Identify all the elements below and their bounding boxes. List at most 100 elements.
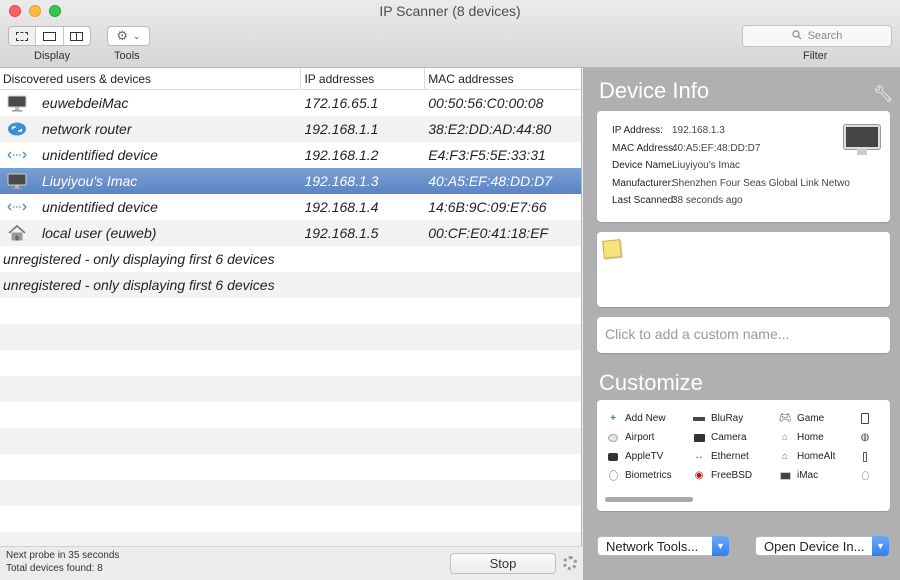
unregistered-notice-row: unregistered - only displaying first 6 d… [0, 246, 581, 272]
table-row[interactable]: unidentified device 192.168.1.2 E4:F3:F5:5… [0, 142, 581, 168]
inspector-panel: Device Info 🔧︎ IP Address: 192.168.1.3 MAC… [583, 68, 900, 580]
imac-icon [6, 172, 28, 190]
chevron-down-icon: ▼ [872, 536, 889, 556]
table-row[interactable]: unidentified device 192.168.1.4 14:6B:9C:0… [0, 194, 581, 220]
unregistered-notice-row: unregistered - only displaying first 6 d… [0, 272, 581, 298]
customize-option-gamepad[interactable]: 🎮︎ Game [779, 412, 859, 425]
open-device-popup[interactable]: Open Device In... ▼ [755, 536, 889, 556]
display-mode-single-button[interactable] [36, 27, 64, 45]
display-mode-selection-button[interactable] [9, 27, 37, 45]
empty-row [0, 324, 581, 350]
empty-row [0, 298, 581, 324]
mac-address-cell: 40:A5:EF:48:DD:D7 [428, 173, 552, 189]
customize-option-plus[interactable]: + Add New [607, 412, 693, 425]
mac-address-cell: 38:E2:DD:AD:44:80 [428, 121, 552, 137]
chevron-down-icon: ▼ [712, 536, 729, 556]
customize-option-home-alt[interactable]: ⌂ HomeAlt [779, 450, 859, 463]
ip-address-cell: 192.168.1.4 [304, 199, 379, 215]
mac-address-cell: 00:50:56:C0:00:08 [428, 95, 544, 111]
fingerprint-icon [607, 470, 619, 482]
airport-icon [607, 432, 619, 444]
customize-option-camera[interactable]: Camera [693, 431, 779, 444]
search-field[interactable]: Search [742, 25, 892, 47]
info-field-value: 40:A5:EF:48:DD:D7 [672, 142, 761, 154]
table-row[interactable]: Liuyiyou's Imac 192.168.1.3 40:A5:EF:48:DD… [0, 168, 581, 194]
customize-option-fingerprint[interactable]: Biometrics [607, 469, 693, 482]
info-field-row: Last Scanned: 38 seconds ago [597, 192, 890, 210]
custom-name-field[interactable]: Click to add a custom name... [597, 317, 890, 353]
info-field-row: Manufacturer: Shenzhen Four Seas Global L… [597, 175, 890, 193]
device-name: local user (euweb) [42, 225, 157, 241]
notes-card[interactable] [597, 232, 890, 307]
icon-picker-grid: + Add New BluRay 🎮︎ Game Airport Camera ⌂ Home ◍ A… [607, 412, 879, 482]
horizontal-scrollbar[interactable] [605, 497, 693, 502]
network-tools-popup[interactable]: Network Tools... ▼ [597, 536, 729, 556]
customize-option-lightbulb[interactable] [859, 469, 879, 482]
customize-option-ethernet[interactable]: ↔ Ethernet [693, 450, 779, 463]
tools-label: Tools [114, 50, 140, 62]
customize-option-label: iMac [797, 470, 819, 481]
unregistered-notice: unregistered - only displaying first 6 d… [3, 251, 275, 267]
column-header-ip[interactable]: IP addresses [300, 68, 424, 89]
stop-button[interactable]: Stop [450, 553, 556, 574]
device-name-cell: unidentified device [0, 146, 300, 164]
tools-menu-button[interactable]: ⚙ ⌄ [107, 26, 150, 46]
ethernet-icon [6, 198, 28, 216]
customize-option-airport[interactable]: Airport [607, 431, 693, 444]
imac-icon [844, 125, 880, 157]
empty-row [0, 428, 581, 454]
freebsd-icon: ◉ [694, 470, 704, 481]
customize-option-appletv[interactable]: AppleTV [607, 450, 693, 463]
total-devices-text: Total devices found: 8 [6, 563, 103, 574]
wrench-icon[interactable]: 🔧︎ [873, 84, 893, 104]
column-header-devices[interactable]: Discovered users & devices [0, 68, 300, 89]
customize-option-imac[interactable]: iMac [779, 469, 859, 482]
window-title: IP Scanner (8 devices) [379, 3, 521, 19]
device-name-cell: euwebdeiMac [0, 94, 300, 112]
table-header: Discovered users & devices IP addresses … [0, 68, 581, 90]
ipad-icon [859, 413, 871, 425]
customize-option-label: AppleTV [625, 451, 664, 462]
customize-card: + Add New BluRay 🎮︎ Game Airport Camera ⌂ Home ◍ A… [597, 400, 890, 511]
display-mode-segmented-control[interactable] [8, 26, 91, 46]
device-name: network router [42, 121, 132, 137]
customize-option-ipad[interactable] [859, 412, 879, 425]
display-mode-split-button[interactable] [64, 27, 90, 45]
home-icon: ⌂ [781, 432, 789, 443]
empty-row [0, 402, 581, 428]
customize-option-freebsd[interactable]: ◉ FreeBSD [693, 469, 779, 482]
table-row[interactable]: euwebdeiMac 172.16.65.1 00:50:56:C0:00:08 [0, 90, 581, 116]
dashed-rect-icon [16, 31, 29, 41]
unregistered-notice: unregistered - only displaying first 6 d… [3, 277, 275, 293]
info-field-value: 192.168.1.3 [672, 125, 725, 137]
device-table: Discovered users & devices IP addresses … [0, 68, 582, 580]
customize-option-home[interactable]: ⌂ Home [779, 431, 859, 444]
device-name-cell: local user (euweb) [0, 224, 300, 242]
device-name: unidentified device [42, 147, 158, 163]
ip-address-cell: 192.168.1.5 [304, 225, 379, 241]
empty-row [0, 376, 581, 402]
customize-option-bluray[interactable]: BluRay [693, 412, 779, 425]
camera-icon [693, 432, 705, 444]
next-probe-text: Next probe in 35 seconds [6, 550, 120, 561]
info-field-label: Last Scanned: [612, 195, 676, 207]
device-info-card: IP Address: 192.168.1.3 MAC Address: 40:A5:… [597, 111, 890, 222]
display-label: Display [34, 50, 71, 62]
home-icon [6, 224, 28, 242]
device-name: Liuyiyou's Imac [42, 173, 138, 189]
empty-row [0, 506, 581, 532]
open-device-label: Open Device In... [764, 538, 865, 554]
filter-label: Filter [803, 50, 828, 62]
customize-option-speaker[interactable]: ◍ [859, 431, 879, 444]
speaker-icon: ◍ [860, 432, 870, 443]
ip-address-cell: 192.168.1.3 [304, 173, 379, 189]
customize-option-label: HomeAlt [797, 451, 836, 462]
customize-option-iphone[interactable] [859, 450, 879, 463]
table-row[interactable]: network router 192.168.1.1 38:E2:DD:AD:44:… [0, 116, 581, 142]
ethernet-icon: ↔ [694, 451, 704, 462]
column-header-mac[interactable]: MAC addresses [424, 68, 581, 89]
table-row[interactable]: local user (euweb) 192.168.1.5 00:CF:E0:41… [0, 220, 581, 246]
info-field-value: Shenzhen Four Seas Global Link Netwo [672, 177, 850, 189]
info-field-label: IP Address: [612, 125, 663, 137]
gear-icon: ⚙ [116, 28, 129, 43]
